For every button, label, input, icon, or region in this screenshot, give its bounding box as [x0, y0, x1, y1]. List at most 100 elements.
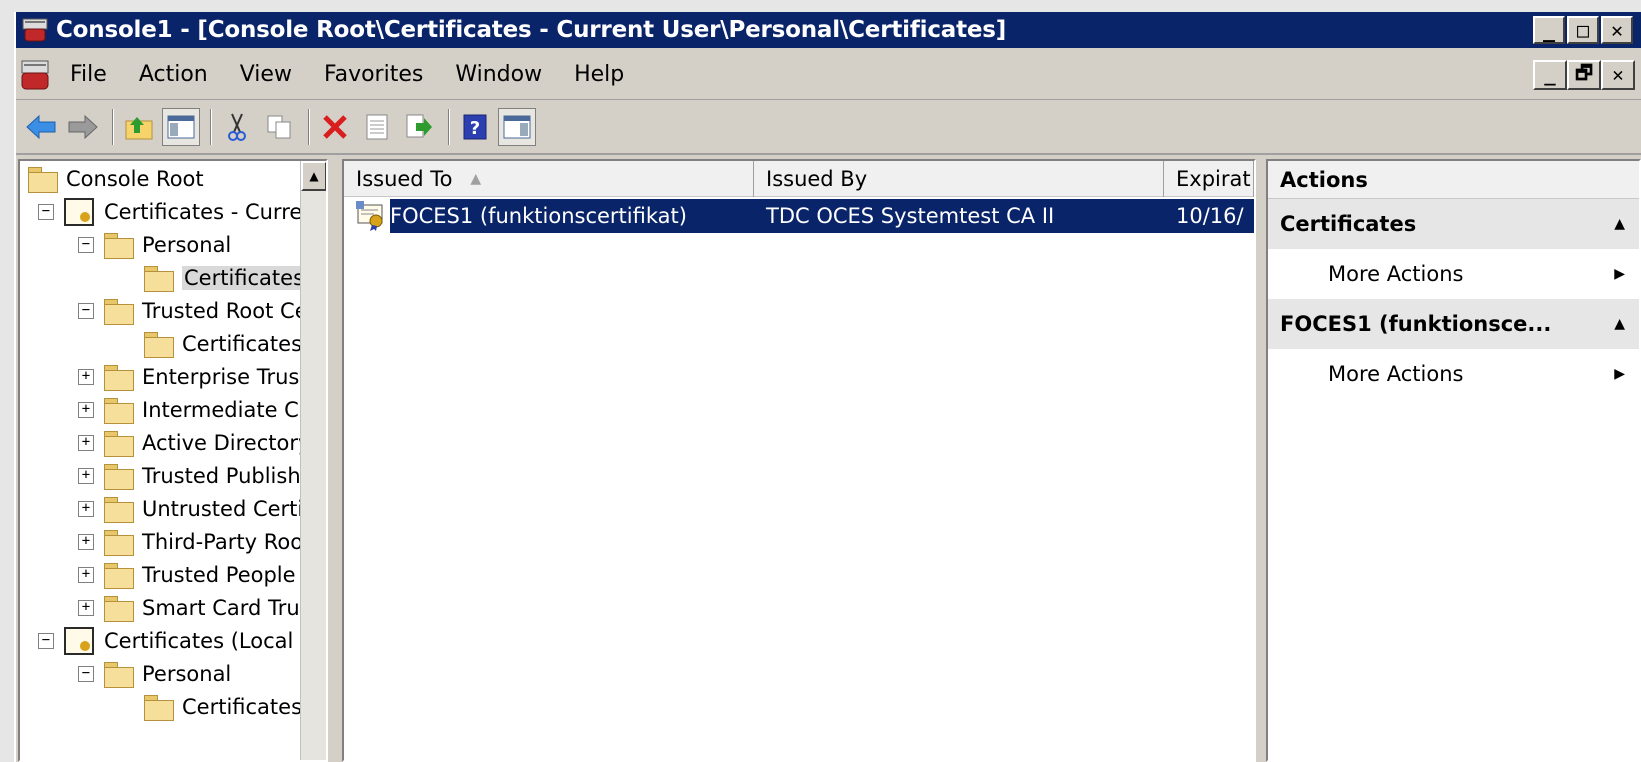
tree-item[interactable]: Certificates	[144, 262, 307, 294]
forward-arrow-icon[interactable]	[64, 108, 102, 146]
title-bar[interactable]: Console1 - [Console Root\Certificates - …	[16, 12, 1641, 48]
back-arrow-icon[interactable]	[22, 108, 60, 146]
copy-icon[interactable]	[260, 108, 298, 146]
export-icon[interactable]	[400, 108, 438, 146]
pane-splitter[interactable]	[328, 159, 342, 762]
sort-ascending-icon: ▲	[470, 171, 482, 187]
submenu-arrow-icon: ▶	[1614, 266, 1625, 282]
actions-section-foces1[interactable]: FOCES1 (funktionsce... ▲	[1268, 299, 1639, 349]
folder-icon	[104, 497, 134, 523]
expand-icon[interactable]: +	[78, 402, 94, 418]
expand-icon[interactable]: +	[78, 501, 94, 517]
show-hide-action-pane-icon[interactable]	[498, 108, 536, 146]
section-title: Certificates	[1280, 212, 1417, 236]
tree-item-label: Intermediate Ce	[142, 398, 312, 422]
mdi-console-icon[interactable]	[18, 57, 54, 93]
tree-item[interactable]: + Trusted People	[78, 559, 296, 591]
mdi-minimize-button[interactable]: _	[1533, 60, 1567, 90]
expand-icon[interactable]: +	[78, 567, 94, 583]
menu-favorites[interactable]: Favorites	[308, 62, 439, 87]
tree-item[interactable]: − Certificates (Local C	[38, 625, 315, 657]
toolbar-separator	[210, 109, 212, 145]
tree-item-label: Trusted Publishe	[142, 464, 314, 488]
certificate-icon	[356, 201, 388, 231]
tree-item[interactable]: + Intermediate Ce	[78, 394, 312, 426]
toolbar-separator	[112, 109, 114, 145]
up-folder-icon[interactable]	[120, 108, 158, 146]
expand-icon[interactable]: +	[78, 468, 94, 484]
expand-icon[interactable]: +	[78, 435, 94, 451]
menu-help[interactable]: Help	[558, 62, 640, 87]
delete-icon[interactable]	[316, 108, 354, 146]
tree-item-label: Personal	[142, 662, 232, 686]
tree-item[interactable]: + Smart Card Trus	[78, 592, 311, 624]
collapse-icon[interactable]: −	[78, 237, 94, 253]
list-header: Issued To ▲ Issued By Expirat	[344, 161, 1254, 197]
tree-item[interactable]: + Trusted Publishe	[78, 460, 314, 492]
help-icon[interactable]: ?	[456, 108, 494, 146]
properties-icon[interactable]	[358, 108, 396, 146]
certificate-store-icon	[64, 627, 94, 655]
maximize-button[interactable]: □	[1567, 16, 1599, 44]
more-actions-item[interactable]: More Actions ▶	[1268, 349, 1639, 399]
tree-scrollbar[interactable]: ▲	[300, 161, 326, 760]
toolbar-separator	[448, 109, 450, 145]
menu-view[interactable]: View	[224, 62, 308, 87]
tree-item[interactable]: − Trusted Root Ce	[78, 295, 308, 327]
column-expiration[interactable]: Expirat	[1164, 161, 1254, 197]
menu-action[interactable]: Action	[123, 62, 224, 87]
expand-icon[interactable]: +	[78, 369, 94, 385]
tree-item[interactable]: + Untrusted Certi	[78, 493, 303, 525]
column-issued-by[interactable]: Issued By	[754, 161, 1164, 197]
collapse-icon[interactable]: ▲	[1614, 216, 1625, 232]
tree-item-label: Untrusted Certi	[142, 497, 304, 521]
console-tree[interactable]: Certificates − Personal − Certificates (Loca…	[18, 159, 328, 762]
more-actions-item[interactable]: More Actions ▶	[1268, 249, 1639, 299]
cut-icon[interactable]	[218, 108, 256, 146]
mdi-close-button[interactable]: ✕	[1601, 60, 1635, 90]
tree-item[interactable]: Certificates	[144, 328, 302, 360]
tree-item[interactable]: − Personal	[78, 658, 231, 690]
window-title: Console1 - [Console Root\Certificates - …	[56, 17, 1007, 43]
collapse-icon[interactable]: −	[38, 204, 54, 220]
table-row[interactable]: FOCES1 (funktionscertifikat) TDC OCES Sy…	[356, 199, 1254, 233]
tree-item[interactable]: Console Root	[28, 163, 204, 195]
mmc-window: Console1 - [Console Root\Certificates - …	[14, 12, 1641, 762]
folder-icon	[104, 431, 134, 457]
folder-icon	[104, 530, 134, 556]
collapse-icon[interactable]: −	[78, 303, 94, 319]
menu-window[interactable]: Window	[439, 62, 558, 87]
expand-icon[interactable]: +	[78, 600, 94, 616]
certificate-store-icon	[64, 198, 94, 226]
show-hide-tree-icon[interactable]	[162, 108, 200, 146]
tree-item[interactable]: + Third-Party Roo	[78, 526, 303, 558]
tree-item[interactable]: − Certificates - Current	[38, 196, 324, 228]
actions-pane: Actions Certificates ▲ More Actions ▶ FO…	[1266, 159, 1641, 762]
collapse-icon[interactable]: −	[38, 633, 54, 649]
column-issued-to[interactable]: Issued To ▲	[344, 161, 754, 197]
scroll-up-arrow-icon[interactable]: ▲	[301, 161, 326, 191]
expand-icon[interactable]: +	[78, 534, 94, 550]
tree-item[interactable]: + Enterprise Trust	[78, 361, 308, 393]
tree-item[interactable]: + Active Directory	[78, 427, 310, 459]
mmc-console-icon	[22, 17, 48, 43]
tree-item-label: Enterprise Trust	[142, 365, 308, 389]
folder-icon	[104, 398, 134, 424]
tree-item-label: Certificates	[182, 332, 303, 356]
menu-bar: File Action View Favorites Window Help _…	[16, 50, 1641, 100]
tree-item-label: Certificates - Current	[104, 200, 324, 224]
actions-section-certificates[interactable]: Certificates ▲	[1268, 199, 1639, 249]
mdi-restore-button[interactable]: 🗗	[1567, 60, 1601, 90]
tree-item-label: Trusted Root Ce	[142, 299, 308, 323]
tree-item-label: Active Directory	[142, 431, 311, 455]
tree-item-label: Smart Card Trus	[142, 596, 311, 620]
tree-item-label: Certificates	[182, 695, 303, 719]
collapse-icon[interactable]: ▲	[1614, 316, 1625, 332]
minimize-button[interactable]: _	[1533, 16, 1565, 44]
tree-item[interactable]: Certificates	[144, 691, 302, 723]
menu-file[interactable]: File	[54, 62, 123, 87]
section-title: FOCES1 (funktionsce...	[1280, 312, 1552, 336]
tree-item[interactable]: − Personal	[78, 229, 231, 261]
close-button[interactable]: ✕	[1601, 16, 1633, 44]
collapse-icon[interactable]: −	[78, 666, 94, 682]
